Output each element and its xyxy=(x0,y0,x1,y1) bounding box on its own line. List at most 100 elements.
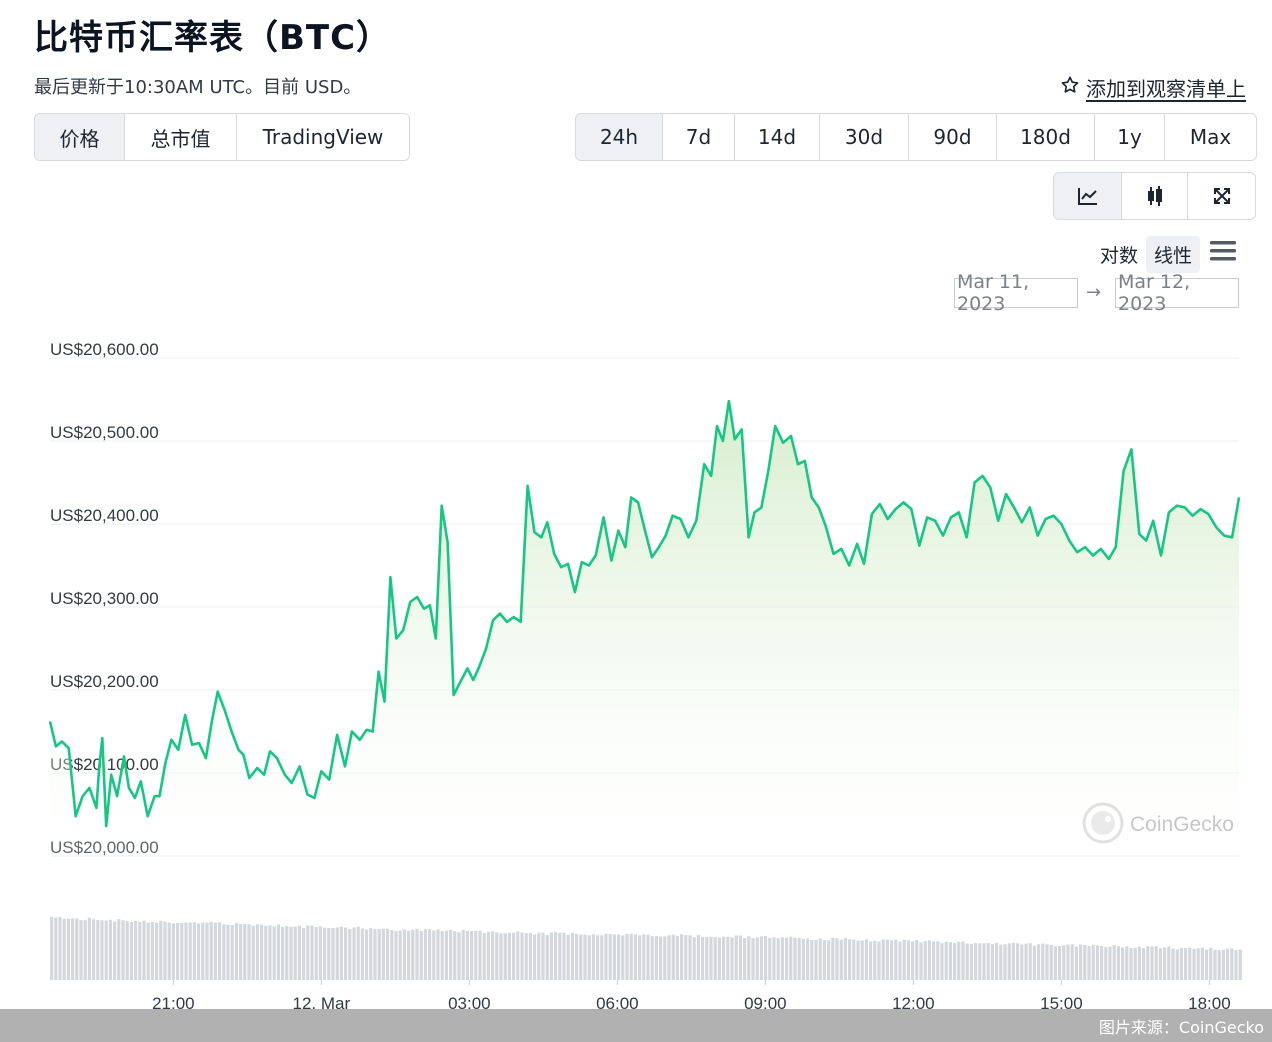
volume-bar xyxy=(54,917,58,980)
volume-bar xyxy=(612,934,616,980)
y-tick-label: US$20,200.00 xyxy=(50,672,159,691)
volume-bar xyxy=(990,944,994,980)
volume-bar xyxy=(667,935,671,980)
volume-bar xyxy=(285,926,289,980)
volume-bar xyxy=(449,929,453,980)
date-from-input[interactable]: Mar 11, 2023 xyxy=(954,271,1078,315)
volume-bar xyxy=(209,921,213,980)
volume-bar xyxy=(726,936,730,980)
volume-bar xyxy=(659,936,663,980)
range-180d[interactable]: 180d xyxy=(997,114,1095,160)
volume-bar xyxy=(440,930,444,980)
volume-bar xyxy=(264,925,268,980)
volume-bar xyxy=(167,922,171,980)
volume-bar xyxy=(604,933,608,980)
volume-bar xyxy=(117,919,121,980)
volume-bar xyxy=(444,930,448,980)
add-to-watchlist-link[interactable]: 添加到观察清单上 xyxy=(1060,73,1246,102)
volume-bar xyxy=(369,928,373,980)
range-7d[interactable]: 7d xyxy=(663,114,735,160)
volume-bar xyxy=(87,917,91,980)
volume-bar xyxy=(579,934,583,980)
volume-bar xyxy=(1079,944,1083,980)
volume-bar xyxy=(402,929,406,980)
tab-price[interactable]: 价格 xyxy=(35,114,125,160)
volume-bar xyxy=(327,928,331,980)
volume-bar xyxy=(680,934,684,980)
range-1y[interactable]: 1y xyxy=(1095,114,1165,160)
volume-bar xyxy=(390,930,394,980)
volume-bar xyxy=(999,944,1003,980)
volume-bar xyxy=(961,941,965,980)
volume-bar xyxy=(1116,946,1120,980)
volume-bar xyxy=(79,920,83,980)
volume-bar xyxy=(423,929,427,980)
volume-bar xyxy=(562,932,566,980)
range-max[interactable]: Max xyxy=(1165,114,1256,160)
volume-bar xyxy=(218,922,222,980)
volume-bar xyxy=(982,943,986,980)
range-24h[interactable]: 24h xyxy=(576,114,663,160)
range-90d[interactable]: 90d xyxy=(909,114,997,160)
volume-bar xyxy=(885,939,889,980)
tab-tradingview[interactable]: TradingView xyxy=(237,114,409,160)
volume-bar xyxy=(1171,948,1175,980)
volume-bar xyxy=(150,922,154,980)
volume-bar xyxy=(348,929,352,980)
volume-bar xyxy=(768,937,772,980)
hamburger-menu-icon[interactable] xyxy=(1210,240,1236,262)
candlestick-button[interactable] xyxy=(1122,173,1188,219)
volume-bar xyxy=(684,935,688,980)
volume-bar xyxy=(629,933,633,980)
volume-bar xyxy=(125,921,129,980)
range-30d[interactable]: 30d xyxy=(820,114,909,160)
volume-bar xyxy=(1003,944,1007,980)
fullscreen-icon xyxy=(1213,188,1230,204)
star-icon xyxy=(1060,75,1080,100)
volume-bar xyxy=(810,939,814,980)
log-scale-option[interactable]: 对数 xyxy=(1092,236,1146,273)
add-to-watchlist-label: 添加到观察清单上 xyxy=(1086,77,1246,101)
volume-bar xyxy=(428,929,432,980)
volume-bar xyxy=(407,930,411,980)
volume-bar xyxy=(268,925,272,980)
line-chart-button[interactable] xyxy=(1054,173,1122,219)
volume-bar xyxy=(503,933,507,980)
volume-bar xyxy=(512,932,516,980)
volume-bar xyxy=(860,940,864,980)
volume-bar xyxy=(100,920,104,980)
fullscreen-button[interactable] xyxy=(1188,173,1255,219)
linear-scale-option[interactable]: 线性 xyxy=(1145,236,1200,273)
volume-bar xyxy=(146,922,150,980)
tab-market-cap[interactable]: 总市值 xyxy=(125,114,237,160)
volume-bar xyxy=(852,939,856,980)
volume-bar xyxy=(1037,944,1041,980)
volume-bar xyxy=(381,928,385,980)
volume-bar xyxy=(919,942,923,980)
volume-bar xyxy=(1200,947,1204,980)
volume-bar xyxy=(890,940,894,980)
volume-bar xyxy=(541,932,545,980)
volume-bar xyxy=(722,936,726,980)
volume-bar xyxy=(776,938,780,980)
price-chart: US$20,000.00US$20,100.00US$20,200.00US$2… xyxy=(48,340,1242,1009)
chart-view-tabs xyxy=(1053,172,1256,220)
volume-bar xyxy=(587,935,591,980)
volume-bar xyxy=(743,938,747,980)
volume-bar xyxy=(764,936,768,980)
range-14d[interactable]: 14d xyxy=(735,114,820,160)
y-tick-label: US$20,500.00 xyxy=(50,423,159,442)
volume-bar xyxy=(1179,948,1183,980)
volume-bar xyxy=(461,929,465,980)
volume-bar xyxy=(570,932,574,980)
volume-bar xyxy=(675,935,679,980)
volume-bar xyxy=(310,925,314,980)
volume-bar xyxy=(801,938,805,980)
x-tick-label: 12:00 xyxy=(892,994,935,1009)
volume-bar xyxy=(701,936,705,980)
volume-bar xyxy=(478,930,482,980)
volume-bar xyxy=(243,923,247,980)
volume-bar xyxy=(1226,948,1230,980)
date-to-input[interactable]: Mar 12, 2023 xyxy=(1115,271,1239,315)
volume-bar xyxy=(1192,948,1196,980)
